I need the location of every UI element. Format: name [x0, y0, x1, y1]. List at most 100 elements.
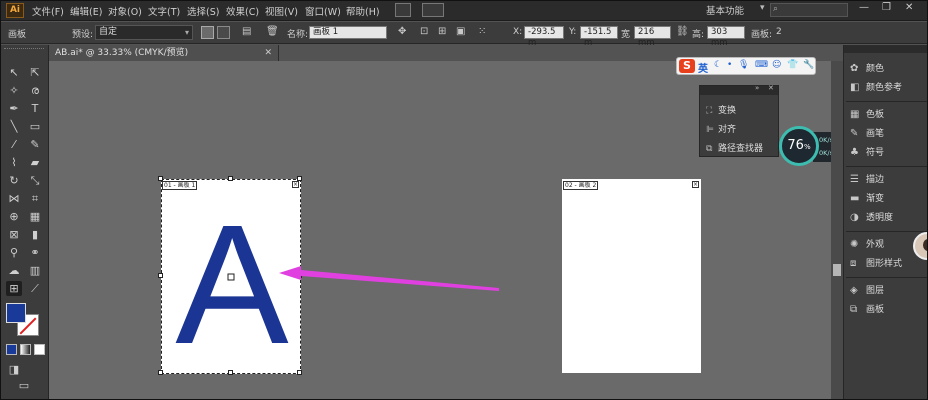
search-input[interactable]: ⌕	[770, 3, 848, 17]
panel-grip[interactable]	[4, 48, 44, 56]
panel-transform[interactable]: ⛶ 变换	[706, 103, 736, 117]
panel-artboards[interactable]: ⧉ 画板	[850, 302, 884, 318]
preset-dropdown[interactable]: 自定 ▾	[95, 25, 193, 40]
center-point-handle[interactable]	[227, 273, 235, 281]
menu-effect[interactable]: 效果(C)	[226, 4, 259, 18]
artboard-2-close-icon[interactable]: ×	[692, 181, 699, 188]
pen-tool-icon[interactable]: ✒	[6, 101, 22, 116]
blob-brush-tool-icon[interactable]: ⌇	[6, 155, 22, 170]
ime-toolbar[interactable]: S 英 ☾ • 🎙 ⌨ ☺ 👕 🔧	[676, 57, 816, 75]
move-copy-artwork-icon[interactable]: ✥	[398, 26, 406, 37]
none-mode-swatch[interactable]	[34, 344, 45, 355]
panel-graphic-styles[interactable]: ⧈ 图形样式	[850, 256, 902, 272]
menu-select[interactable]: 选择(S)	[187, 4, 219, 18]
resize-handle[interactable]	[228, 176, 233, 181]
height-field[interactable]: 303 mm	[707, 26, 745, 48]
width-tool-icon[interactable]: ⋈	[6, 191, 22, 206]
panel-symbols[interactable]: ♣ 符号	[850, 145, 884, 161]
dock-header[interactable]	[844, 45, 928, 53]
bridge-icon[interactable]	[395, 3, 411, 17]
panel-color-guide[interactable]: ◧ 颜色参考	[850, 80, 902, 96]
menu-object[interactable]: 对象(O)	[108, 4, 142, 18]
screen-mode-icon[interactable]: ▭	[16, 378, 32, 393]
close-icon[interactable]: ✕	[768, 84, 774, 92]
resize-handle[interactable]	[158, 370, 163, 375]
eraser-tool-icon[interactable]: ▰	[27, 155, 43, 170]
mic-icon[interactable]: 🎙	[738, 60, 749, 70]
fill-color-swatch[interactable]	[6, 303, 26, 323]
menu-window[interactable]: 窗口(W)	[305, 4, 341, 18]
symbol-sprayer-tool-icon[interactable]: ☁	[6, 263, 22, 278]
collapse-icon[interactable]: »	[755, 84, 759, 92]
panel-color[interactable]: ✿ 颜色	[850, 61, 884, 77]
panel-align[interactable]: ⊫ 对齐	[706, 122, 736, 136]
document-tab[interactable]: AB.ai* @ 33.33% (CMYK/预览) ✕	[49, 45, 279, 61]
direct-selection-tool-icon[interactable]: ⇱	[27, 65, 43, 80]
reference-point-icon[interactable]: ⁙	[478, 26, 486, 37]
width-field[interactable]: 216 mm	[634, 26, 671, 48]
y-field[interactable]: -151.5 m	[580, 26, 618, 48]
panel-header[interactable]: » ✕	[700, 84, 778, 95]
panel-layers[interactable]: ◈ 图层	[850, 283, 884, 299]
restore-icon[interactable]: ❐	[882, 2, 891, 13]
artboard-1-close-icon[interactable]: ×	[292, 181, 299, 188]
gradient-tool-icon[interactable]: ▮	[27, 227, 43, 242]
artboard-2[interactable]	[562, 179, 701, 373]
rectangle-tool-icon[interactable]: ▭	[27, 119, 43, 134]
panel-transparency[interactable]: ◑ 透明度	[850, 210, 893, 226]
gradient-mode-swatch[interactable]	[20, 344, 31, 355]
menu-help[interactable]: 帮助(H)	[346, 4, 380, 18]
delete-artboard-icon[interactable]: 🗑	[266, 26, 279, 37]
type-tool-icon[interactable]: T	[27, 101, 43, 116]
rotate-tool-icon[interactable]: ↻	[6, 173, 22, 188]
resize-handle[interactable]	[228, 370, 233, 375]
landscape-icon[interactable]	[217, 26, 230, 39]
show-safe-areas-icon[interactable]: ▣	[456, 26, 465, 37]
lasso-tool-icon[interactable]: ര	[27, 83, 43, 98]
panel-gradient[interactable]: ▬ 渐变	[850, 191, 884, 207]
resize-handle[interactable]	[158, 273, 163, 278]
workspace-switcher[interactable]: 基本功能	[706, 3, 744, 17]
blend-tool-icon[interactable]: ⚭	[27, 245, 43, 260]
panel-stroke[interactable]: ☰ 描边	[850, 172, 884, 188]
selection-tool-icon[interactable]: ↖	[6, 65, 22, 80]
menu-edit[interactable]: 编辑(E)	[70, 4, 102, 18]
magic-wand-tool-icon[interactable]: ✧	[6, 83, 22, 98]
scale-tool-icon[interactable]: ⤡	[27, 173, 43, 188]
keyboard-icon[interactable]: ⌨	[755, 60, 768, 70]
portrait-icon[interactable]	[201, 26, 214, 39]
dot-icon[interactable]: •	[727, 60, 732, 70]
scrollbar-thumb[interactable]	[833, 264, 841, 276]
show-cross-hairs-icon[interactable]: ⊞	[438, 26, 446, 37]
artboard-name-field[interactable]: 画板 1	[309, 26, 387, 39]
ime-language[interactable]: 英	[698, 60, 708, 75]
shirt-icon[interactable]: 👕	[787, 60, 798, 70]
skin-icon[interactable]: ☺	[772, 60, 781, 70]
panel-brushes[interactable]: ✎ 画笔	[850, 126, 884, 142]
menu-view[interactable]: 视图(V)	[265, 4, 298, 18]
vertical-scrollbar[interactable]	[831, 61, 843, 400]
panel-pathfinder[interactable]: ⧉ 路径查找器	[706, 141, 763, 155]
constrain-proportions-icon[interactable]: ⛓	[676, 26, 689, 37]
perspective-grid-tool-icon[interactable]: ▦	[27, 209, 43, 224]
draw-normal-icon[interactable]: ◨	[6, 362, 22, 377]
arrange-documents-icon[interactable]	[422, 3, 444, 17]
paintbrush-tool-icon[interactable]: ⁄	[6, 137, 22, 152]
artboard-tool-icon[interactable]: ⊞	[6, 281, 22, 296]
eyedropper-tool-icon[interactable]: ⚲	[6, 245, 22, 260]
color-mode-swatch[interactable]	[6, 344, 17, 355]
new-artboard-icon[interactable]: ▤	[242, 26, 251, 37]
chevron-down-icon[interactable]: ▾	[760, 3, 765, 13]
free-transform-tool-icon[interactable]: ⌗	[27, 191, 43, 206]
moon-icon[interactable]: ☾	[714, 60, 722, 70]
pencil-tool-icon[interactable]: ✎	[27, 137, 43, 152]
menu-file[interactable]: 文件(F)	[32, 4, 64, 18]
mesh-tool-icon[interactable]: ⊠	[6, 227, 22, 242]
close-icon[interactable]: ✕	[905, 2, 913, 13]
menu-type[interactable]: 文字(T)	[148, 4, 180, 18]
minimize-icon[interactable]: —	[859, 2, 869, 13]
column-graph-tool-icon[interactable]: ▥	[27, 263, 43, 278]
show-center-mark-icon[interactable]: ⊡	[420, 26, 428, 37]
shape-builder-tool-icon[interactable]: ⊕	[6, 209, 22, 224]
resize-handle[interactable]	[297, 370, 302, 375]
